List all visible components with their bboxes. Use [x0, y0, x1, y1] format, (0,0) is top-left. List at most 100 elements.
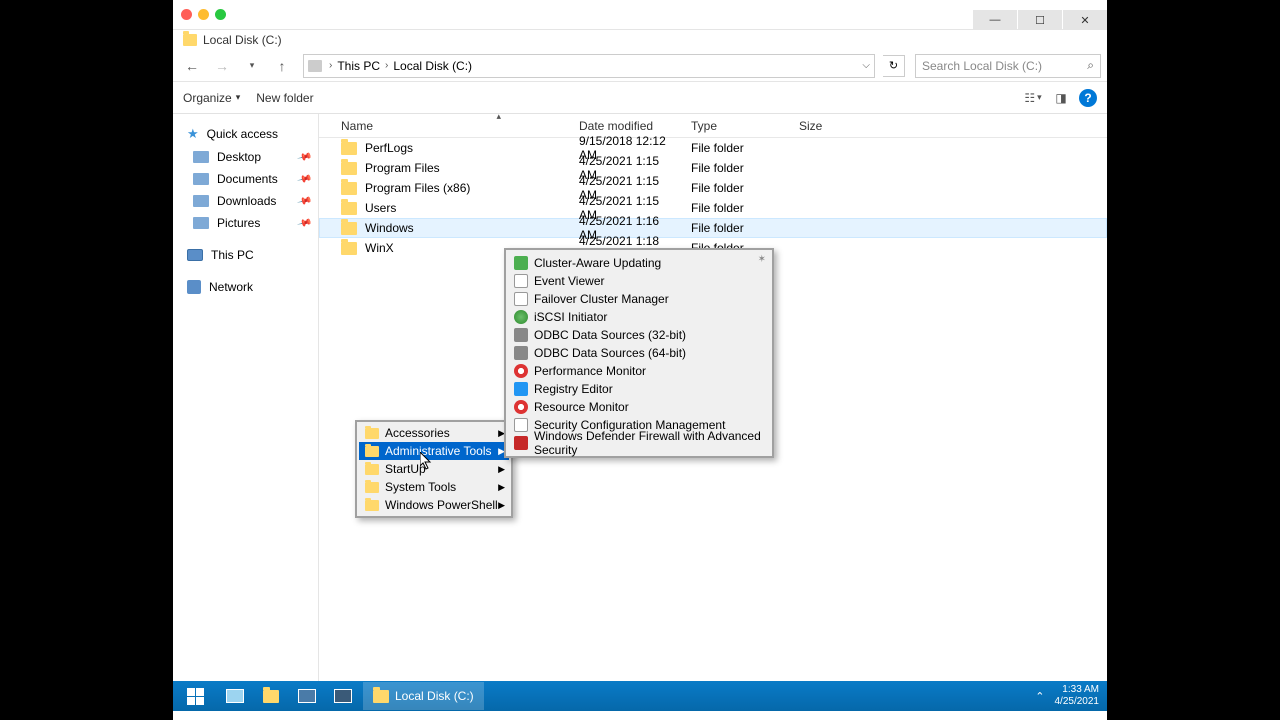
ctx-sub-item[interactable]: Event Viewer	[510, 272, 768, 290]
folder-icon	[365, 500, 379, 511]
file-row[interactable]: PerfLogs 9/15/2018 12:12 AM File folder	[319, 138, 1107, 158]
sidebar-quick-access[interactable]: ★Quick access	[173, 122, 318, 146]
file-row[interactable]: Program Files (x86) 4/25/2021 1:15 AM Fi…	[319, 178, 1107, 198]
tool-icon	[514, 400, 528, 414]
col-size[interactable]: Size	[791, 119, 861, 133]
ctx-item-startup[interactable]: StartUp▶	[359, 460, 509, 478]
minimize-button[interactable]: —	[973, 10, 1017, 30]
ctx-sub-item[interactable]: Registry Editor	[510, 380, 768, 398]
maximize-button[interactable]: ☐	[1018, 10, 1062, 30]
tray-expand[interactable]: ⌃	[1035, 690, 1044, 703]
col-date[interactable]: Date modified	[571, 119, 683, 133]
file-row[interactable]: Windows 4/25/2021 1:16 AM File folder	[319, 218, 1107, 238]
file-name: Program Files	[365, 161, 440, 175]
sidebar-downloads[interactable]: Downloads📌	[173, 190, 318, 212]
file-row[interactable]: Program Files 4/25/2021 1:15 AM File fol…	[319, 158, 1107, 178]
sidebar-desktop[interactable]: Desktop📌	[173, 146, 318, 168]
sidebar-documents[interactable]: Documents📌	[173, 168, 318, 190]
history-dropdown[interactable]: ▾	[239, 54, 265, 78]
ctx-sub-item[interactable]: Windows Defender Firewall with Advanced …	[510, 434, 768, 452]
file-type: File folder	[683, 141, 791, 155]
pin-icon: 📌	[296, 215, 312, 231]
submenu-arrow-icon: ▶	[498, 482, 505, 493]
file-type: File folder	[683, 201, 791, 215]
sort-indicator: ▴	[496, 111, 501, 122]
sidebar-pictures[interactable]: Pictures📌	[173, 212, 318, 234]
view-options[interactable]: ☷ ▾	[1023, 88, 1043, 108]
sidebar-this-pc[interactable]: This PC	[173, 244, 318, 266]
ctx-sub-item[interactable]: ODBC Data Sources (32-bit)	[510, 326, 768, 344]
network-icon	[187, 280, 201, 294]
drive-icon	[308, 60, 322, 72]
tool-icon	[514, 364, 528, 378]
ctx-sub-item[interactable]: Resource Monitor	[510, 398, 768, 416]
refresh-button[interactable]: ↻	[883, 55, 905, 77]
desktop-icon	[193, 151, 209, 163]
command-bar: Organize▾ New folder ☷ ▾ ◨ ?	[173, 82, 1107, 114]
col-name[interactable]: Name▴	[333, 119, 571, 133]
file-row[interactable]: Users 4/25/2021 1:15 AM File folder	[319, 198, 1107, 218]
mac-max[interactable]	[215, 9, 226, 20]
addr-dropdown[interactable]: ⌵	[862, 60, 870, 71]
breadcrumb-thispc[interactable]: This PC	[335, 59, 382, 73]
address-bar[interactable]: › This PC › Local Disk (C:) ⌵	[303, 54, 875, 78]
tool-icon	[514, 292, 528, 306]
folder-icon	[365, 428, 379, 439]
folder-icon	[341, 222, 357, 235]
file-name: PerfLogs	[365, 141, 413, 155]
organize-button[interactable]: Organize▾	[183, 91, 240, 105]
documents-icon	[193, 173, 209, 185]
context-menu-sub: ✶ Cluster-Aware UpdatingEvent ViewerFail…	[504, 248, 774, 458]
tool-icon	[514, 310, 528, 324]
mac-close[interactable]	[181, 9, 192, 20]
col-type[interactable]: Type	[683, 119, 791, 133]
breadcrumb-localdisk[interactable]: Local Disk (C:)	[391, 59, 474, 73]
folder-icon	[183, 34, 197, 46]
close-button[interactable]: ✕	[1063, 10, 1107, 30]
column-headers: Name▴ Date modified Type Size	[319, 114, 1107, 138]
window-title-row: Local Disk (C:) — ☐ ✕	[173, 30, 1107, 50]
windows-logo-icon	[187, 688, 204, 705]
ctx-sub-item[interactable]: Performance Monitor	[510, 362, 768, 380]
tool-icon	[514, 346, 528, 360]
ctx-item-administrative-tools[interactable]: Administrative Tools▶	[359, 442, 509, 460]
file-type: File folder	[683, 161, 791, 175]
ctx-sub-item[interactable]: Failover Cluster Manager	[510, 290, 768, 308]
ctx-item-windows-powershell[interactable]: Windows PowerShell▶	[359, 496, 509, 514]
task-explorer[interactable]	[218, 682, 252, 710]
ctx-sub-item[interactable]: iSCSI Initiator	[510, 308, 768, 326]
file-name: Program Files (x86)	[365, 181, 470, 195]
up-button[interactable]: ↑	[269, 54, 295, 78]
task-app2[interactable]	[326, 682, 360, 710]
downloads-icon	[193, 195, 209, 207]
task-folder[interactable]	[254, 682, 288, 710]
preview-pane-button[interactable]: ◨	[1051, 88, 1071, 108]
ctx-sub-item[interactable]: ODBC Data Sources (64-bit)	[510, 344, 768, 362]
tray-clock[interactable]: 1:33 AM 4/25/2021	[1055, 684, 1100, 708]
sidebar-network[interactable]: Network	[173, 276, 318, 298]
taskbar-active-app[interactable]: Local Disk (C:)	[363, 682, 484, 710]
start-button[interactable]	[173, 681, 217, 711]
chevron-icon[interactable]: ›	[326, 60, 335, 71]
folder-icon	[365, 464, 379, 475]
back-button[interactable]: ←	[179, 54, 205, 78]
mac-titlebar	[173, 0, 1107, 30]
folder-icon	[341, 242, 357, 255]
mac-min[interactable]	[198, 9, 209, 20]
folder-icon	[373, 690, 389, 703]
context-menu-main: Accessories▶Administrative Tools▶StartUp…	[355, 420, 513, 518]
search-input[interactable]: Search Local Disk (C:) ⌕	[915, 54, 1101, 78]
nav-sidebar: ★Quick access Desktop📌 Documents📌 Downlo…	[173, 114, 319, 690]
help-button[interactable]: ?	[1079, 89, 1097, 107]
task-app1[interactable]	[290, 682, 324, 710]
ctx-item-accessories[interactable]: Accessories▶	[359, 424, 509, 442]
taskbar: Local Disk (C:) ⌃ 1:33 AM 4/25/2021	[173, 681, 1107, 711]
ctx-item-system-tools[interactable]: System Tools▶	[359, 478, 509, 496]
window-title: Local Disk (C:)	[203, 33, 282, 47]
ctx-sub-item[interactable]: Cluster-Aware Updating	[510, 254, 768, 272]
new-folder-button[interactable]: New folder	[256, 91, 313, 105]
forward-button[interactable]: →	[209, 54, 235, 78]
file-name: WinX	[365, 241, 394, 255]
folder-icon	[365, 482, 379, 493]
chevron-icon[interactable]: ›	[382, 60, 391, 71]
